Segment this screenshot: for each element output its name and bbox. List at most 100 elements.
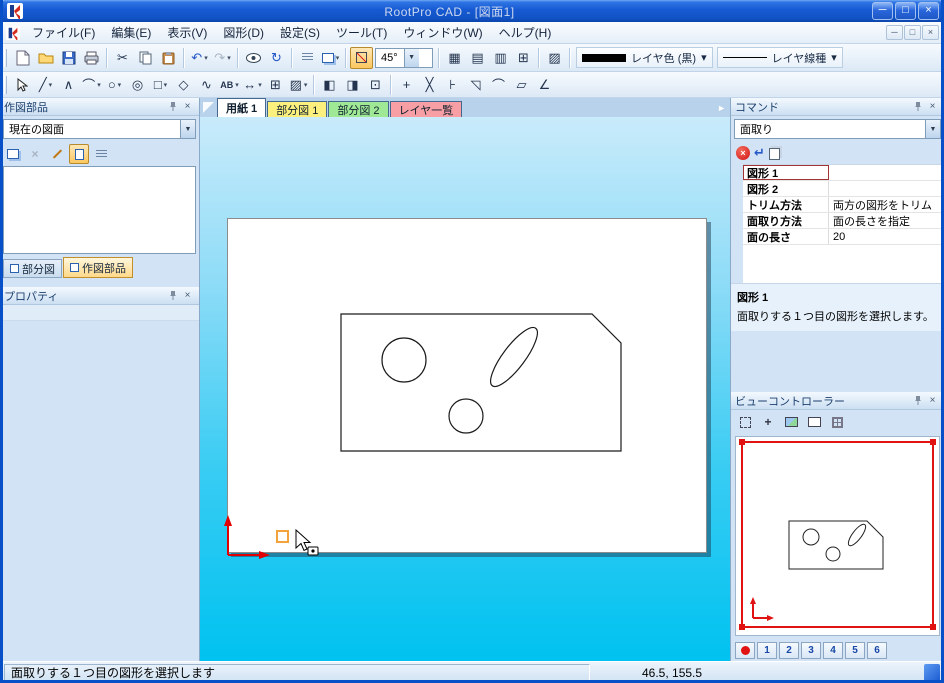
pin-icon[interactable] [165,289,180,303]
pan-button[interactable]: + [758,412,778,432]
menu-tools[interactable]: ツール(T) [328,21,395,44]
combo-arrow-icon[interactable]: ▼ [180,120,195,138]
pin-icon[interactable] [165,100,180,114]
combo-arrow-icon[interactable]: ▼ [925,120,940,138]
toolbar-grip[interactable] [4,75,7,94]
tab-next-icon[interactable]: ► [717,103,726,113]
chevron-down-icon[interactable]: ▾ [49,81,53,89]
open-file-button[interactable] [34,47,57,69]
param-label-length[interactable]: 面の長さ [743,229,829,244]
hatch-tool-button[interactable]: ▨ ▾ [287,74,310,96]
spline-tool-button[interactable]: ∿ [195,74,218,96]
close-icon[interactable]: × [180,289,195,303]
chevron-down-icon[interactable]: ▾ [204,54,208,62]
rect-tool-button[interactable]: □ ▾ [149,74,172,96]
pin-icon[interactable] [910,394,925,408]
view-slot-2-button[interactable]: 2 [779,641,799,659]
layer-color-combo[interactable]: レイヤ色 (黒) ▾ [576,47,713,68]
maximize-button[interactable]: □ [895,2,916,20]
hatch-display-button[interactable]: ▨ [543,47,566,69]
chevron-down-icon[interactable]: ▾ [118,81,122,89]
minimize-button[interactable]: ─ [872,2,893,20]
save-button[interactable] [57,47,80,69]
chevron-down-icon[interactable]: ▾ [701,51,707,64]
tab-scroll-icon[interactable] [203,102,214,113]
dimension-tool-button[interactable]: ↔ ▾ [241,74,264,96]
paste-button[interactable] [157,47,180,69]
tab-partial-1[interactable]: 部分図 1 [267,101,328,117]
chevron-down-icon[interactable]: ▾ [164,81,168,89]
add-part-button[interactable] [3,144,23,164]
circle-shape-1[interactable] [381,337,427,383]
menu-help[interactable]: ヘルプ(H) [491,21,560,44]
chevron-down-icon[interactable]: ▾ [831,51,837,64]
chevron-down-icon[interactable]: ▾ [97,81,101,89]
arc-tool-button[interactable]: ⌒ ▾ [80,74,103,96]
fillet-tool-button[interactable]: ⌒ [487,74,510,96]
property-display-button[interactable] [296,47,319,69]
drawing-scope-combo[interactable]: 現在の図面 ▼ [3,119,196,139]
trim-tool-button[interactable]: ╳ [418,74,441,96]
menu-window[interactable]: ウィンドウ(W) [395,21,490,44]
ruler-guide-button[interactable]: ▥ [489,47,512,69]
param-value-method[interactable]: 面の長さを指定 [829,213,944,228]
extend-tool-button[interactable]: ⊦ [441,74,464,96]
view-rect-handle[interactable] [930,624,936,630]
paper-view-button[interactable] [804,412,824,432]
redraw-button[interactable]: ↻ [265,47,288,69]
delete-part-button[interactable]: × [25,144,45,164]
param-value-shape2[interactable] [829,181,944,196]
select-button[interactable] [11,74,34,96]
chamfer-tool-button[interactable]: ◹ [464,74,487,96]
redo-button[interactable]: ↷ ▾ [211,47,234,69]
whole-view-button[interactable] [781,412,801,432]
view-slot-5-button[interactable]: 5 [845,641,865,659]
chamfered-rectangle-shape[interactable] [340,313,622,452]
text-tool-button[interactable]: AB ▾ [218,74,241,96]
edit-part-button[interactable] [47,144,67,164]
circle-tool-button[interactable]: ○ ▾ [103,74,126,96]
copy-button[interactable] [134,47,157,69]
grid-row[interactable]: 面の長さ 20 [743,229,944,245]
undo-button[interactable]: ↶ ▾ [188,47,211,69]
view-rect-handle[interactable] [739,439,745,445]
partial-drawing-button[interactable]: ◧ [318,74,341,96]
list-view-toggle[interactable] [91,144,111,164]
layer-linetype-combo[interactable]: レイヤ線種 ▾ [716,47,843,68]
confirm-command-button[interactable]: ↵ [754,145,765,161]
mdi-close-button[interactable]: × [922,25,939,40]
chevron-down-icon[interactable]: ▾ [227,54,231,62]
grid-row[interactable]: 面取り方法 面の長さを指定 [743,213,944,229]
grid-row[interactable]: 図形 2 [743,181,944,197]
new-file-button[interactable] [11,47,34,69]
param-label-trim[interactable]: トリム方法 [743,197,829,212]
command-combo[interactable]: 面取り ▼ [734,119,941,139]
erase-tool-button[interactable]: ▱ [510,74,533,96]
tab-partial-2[interactable]: 部分図 2 [328,101,389,117]
view-rect-handle[interactable] [739,624,745,630]
line-tool-button[interactable]: ╱ ▾ [34,74,57,96]
cancel-command-button[interactable]: × [736,146,750,160]
move-tool-button[interactable]: + [395,74,418,96]
view-slot-4-button[interactable]: 4 [823,641,843,659]
parts-list[interactable] [3,166,196,254]
angle-combo[interactable]: 45° ▼ [375,47,433,68]
mdi-minimize-button[interactable]: ─ [886,25,903,40]
grid-row[interactable]: トリム方法 両方の図形をトリム [743,197,944,213]
grid-view-button[interactable] [827,412,847,432]
view-preview[interactable] [735,436,940,636]
table-tool-button[interactable]: ⊞ [264,74,287,96]
polygon-tool-button[interactable]: ◇ [172,74,195,96]
print-button[interactable] [80,47,103,69]
menu-view[interactable]: 表示(V) [159,21,215,44]
ellipse-tool-button[interactable]: ◎ [126,74,149,96]
layer-list-button[interactable]: ▾ [319,47,342,69]
guide-line-button[interactable]: ⊞ [512,47,535,69]
mdi-restore-button[interactable]: □ [904,25,921,40]
paper-sheet[interactable] [227,218,707,553]
menu-file[interactable]: ファイル(F) [24,21,103,44]
output-button[interactable] [768,148,780,160]
view-slot-6-button[interactable]: 6 [867,641,887,659]
layout-button[interactable]: ⊡ [364,74,387,96]
view-slot-1-button[interactable]: 1 [757,641,777,659]
